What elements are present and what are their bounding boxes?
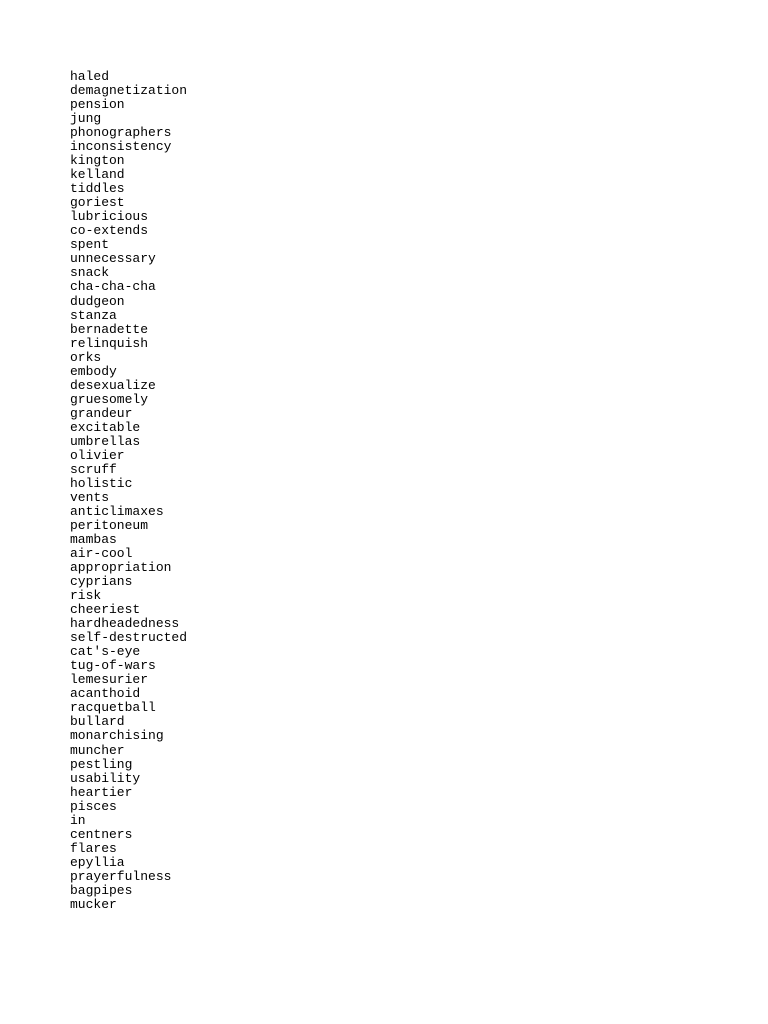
list-item: jung [70, 112, 768, 126]
list-item: mucker [70, 898, 768, 912]
list-item: holistic [70, 477, 768, 491]
list-item: co-extends [70, 224, 768, 238]
list-item: usability [70, 772, 768, 786]
list-item: snack [70, 266, 768, 280]
list-item: stanza [70, 309, 768, 323]
list-item: demagnetization [70, 84, 768, 98]
list-item: grandeur [70, 407, 768, 421]
list-item: prayerfulness [70, 870, 768, 884]
list-item: orks [70, 351, 768, 365]
list-item: appropriation [70, 561, 768, 575]
list-item: mambas [70, 533, 768, 547]
list-item: self-destructed [70, 631, 768, 645]
list-item: scruff [70, 463, 768, 477]
list-item: goriest [70, 196, 768, 210]
list-item: haled [70, 70, 768, 84]
list-item: olivier [70, 449, 768, 463]
list-item: heartier [70, 786, 768, 800]
list-item: umbrellas [70, 435, 768, 449]
list-item: lemesurier [70, 673, 768, 687]
list-item: anticlimaxes [70, 505, 768, 519]
list-item: kington [70, 154, 768, 168]
list-item: lubricious [70, 210, 768, 224]
list-item: bagpipes [70, 884, 768, 898]
list-item: pension [70, 98, 768, 112]
list-item: spent [70, 238, 768, 252]
list-item: unnecessary [70, 252, 768, 266]
list-item: acanthoid [70, 687, 768, 701]
list-item: air-cool [70, 547, 768, 561]
list-item: bernadette [70, 323, 768, 337]
list-item: muncher [70, 744, 768, 758]
list-item: centners [70, 828, 768, 842]
list-item: gruesomely [70, 393, 768, 407]
list-item: phonographers [70, 126, 768, 140]
list-item: excitable [70, 421, 768, 435]
list-item: relinquish [70, 337, 768, 351]
list-item: hardheadedness [70, 617, 768, 631]
list-item: embody [70, 365, 768, 379]
list-item: risk [70, 589, 768, 603]
list-item: dudgeon [70, 295, 768, 309]
list-item: in [70, 814, 768, 828]
list-item: cyprians [70, 575, 768, 589]
list-item: pestling [70, 758, 768, 772]
list-item: epyllia [70, 856, 768, 870]
list-item: pisces [70, 800, 768, 814]
list-item: bullard [70, 715, 768, 729]
list-item: cat's-eye [70, 645, 768, 659]
list-item: monarchising [70, 729, 768, 743]
list-item: tiddles [70, 182, 768, 196]
list-item: kelland [70, 168, 768, 182]
list-item: racquetball [70, 701, 768, 715]
list-item: flares [70, 842, 768, 856]
list-item: peritoneum [70, 519, 768, 533]
list-item: cheeriest [70, 603, 768, 617]
word-list: haleddemagnetizationpensionjungphonograp… [0, 0, 768, 952]
list-item: inconsistency [70, 140, 768, 154]
list-item: tug-of-wars [70, 659, 768, 673]
list-item: vents [70, 491, 768, 505]
list-item: cha-cha-cha [70, 280, 768, 294]
list-item: desexualize [70, 379, 768, 393]
